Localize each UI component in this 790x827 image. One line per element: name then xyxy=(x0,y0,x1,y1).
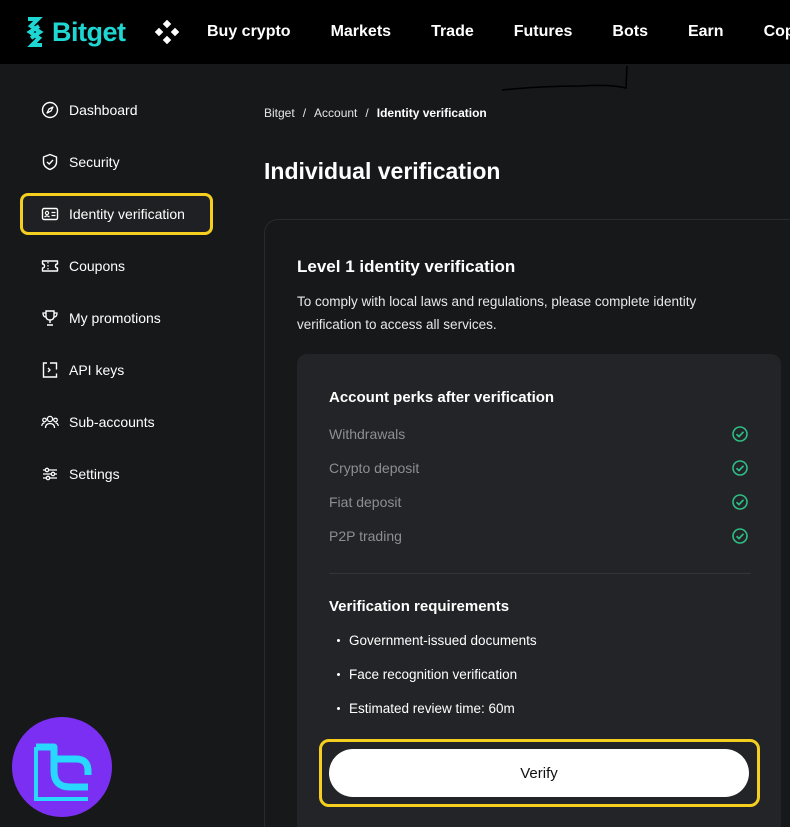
sidebar-item-identity-verification[interactable]: Identity verification xyxy=(20,193,213,235)
check-circle-icon xyxy=(732,528,748,544)
sidebar-item-api-keys[interactable]: API keys xyxy=(20,351,213,389)
requirements-title: Verification requirements xyxy=(329,598,510,615)
card-title: Level 1 identity verification xyxy=(297,257,516,276)
requirement-item: Government-issued documents xyxy=(337,633,537,648)
perk-row: Fiat deposit xyxy=(329,492,749,512)
requirement-text: Government-issued documents xyxy=(349,633,537,648)
perk-row: P2P trading xyxy=(329,526,749,546)
sidebar-item-dashboard[interactable]: Dashboard xyxy=(20,91,213,129)
bitget-logo-icon xyxy=(26,17,44,47)
check-circle-icon xyxy=(732,494,748,510)
verify-button[interactable]: Verify xyxy=(329,749,749,797)
requirement-text: Face recognition verification xyxy=(349,667,518,682)
section-divider xyxy=(329,573,751,574)
nav-futures[interactable]: Futures xyxy=(514,23,573,41)
perk-row: Crypto deposit xyxy=(329,458,749,478)
breadcrumb: Bitget / Account / Identity verification xyxy=(264,106,487,120)
tradingfinder-watermark-icon xyxy=(12,717,112,817)
sidebar-item-label: Security xyxy=(69,154,120,170)
nav-buy-crypto[interactable]: Buy crypto xyxy=(207,23,291,41)
breadcrumb-current: Identity verification xyxy=(376,106,487,120)
trophy-icon xyxy=(41,309,59,327)
nav-bots[interactable]: Bots xyxy=(612,23,648,41)
sidebar-item-label: API keys xyxy=(69,362,125,378)
breadcrumb-separator: / xyxy=(365,106,369,120)
nav-earn[interactable]: Earn xyxy=(688,23,724,41)
sidebar-item-sub-accounts[interactable]: Sub-accounts xyxy=(20,403,213,441)
check-circle-icon xyxy=(732,460,748,476)
sidebar-item-label: Settings xyxy=(69,466,120,482)
nav-copy[interactable]: Copy xyxy=(764,23,790,41)
sidebar-item-label: Identity verification xyxy=(69,206,185,222)
ticket-icon xyxy=(41,257,59,275)
requirement-text: Estimated review time: 60m xyxy=(349,701,515,716)
nav-markets[interactable]: Markets xyxy=(331,23,391,41)
bitget-logo[interactable]: Bitget xyxy=(22,14,126,50)
sidebar-item-my-promotions[interactable]: My promotions xyxy=(20,299,213,337)
perk-row: Withdrawals xyxy=(329,424,749,444)
top-nav-bar: Bitget Buy crypto Markets Trade Futures … xyxy=(0,0,790,64)
perks-title: Account perks after verification xyxy=(329,389,555,406)
sidebar-item-security[interactable]: Security xyxy=(20,143,213,181)
logo-text: Bitget xyxy=(52,16,126,47)
bullet xyxy=(337,639,340,642)
perk-label: Fiat deposit xyxy=(329,494,402,510)
check-circle-icon xyxy=(732,426,748,442)
nav-trade[interactable]: Trade xyxy=(431,23,474,41)
requirement-item: Estimated review time: 60m xyxy=(337,701,515,716)
shield-check-icon xyxy=(41,153,59,171)
breadcrumb-bitget[interactable]: Bitget xyxy=(264,106,295,120)
card-description: To comply with local laws and regulation… xyxy=(297,294,697,332)
bullet xyxy=(337,673,340,676)
page-title: Individual verification xyxy=(264,158,501,184)
requirement-item: Face recognition verification xyxy=(337,667,517,682)
breadcrumb-separator: / xyxy=(302,106,307,120)
sidebar-item-label: Dashboard xyxy=(69,102,138,118)
breadcrumb-account[interactable]: Account xyxy=(314,106,357,120)
sidebar-item-label: Sub-accounts xyxy=(69,414,155,430)
id-card-icon xyxy=(41,205,59,223)
main-nav: Buy crypto Markets Trade Futures Bots Ea… xyxy=(207,0,790,64)
scribble-mark xyxy=(501,65,628,91)
users-icon xyxy=(41,413,59,431)
bullet xyxy=(337,707,340,710)
apps-diamond-icon[interactable] xyxy=(155,20,179,44)
api-key-icon xyxy=(41,361,59,379)
sidebar-item-settings[interactable]: Settings xyxy=(20,455,213,493)
compass-icon xyxy=(41,101,59,119)
perk-label: Crypto deposit xyxy=(329,460,420,476)
sidebar-item-label: Coupons xyxy=(69,258,126,274)
perk-label: Withdrawals xyxy=(329,426,406,442)
sidebar-item-label: My promotions xyxy=(69,310,161,326)
perk-label: P2P trading xyxy=(329,528,402,544)
sliders-icon xyxy=(41,465,59,483)
sidebar-item-coupons[interactable]: Coupons xyxy=(20,247,213,285)
